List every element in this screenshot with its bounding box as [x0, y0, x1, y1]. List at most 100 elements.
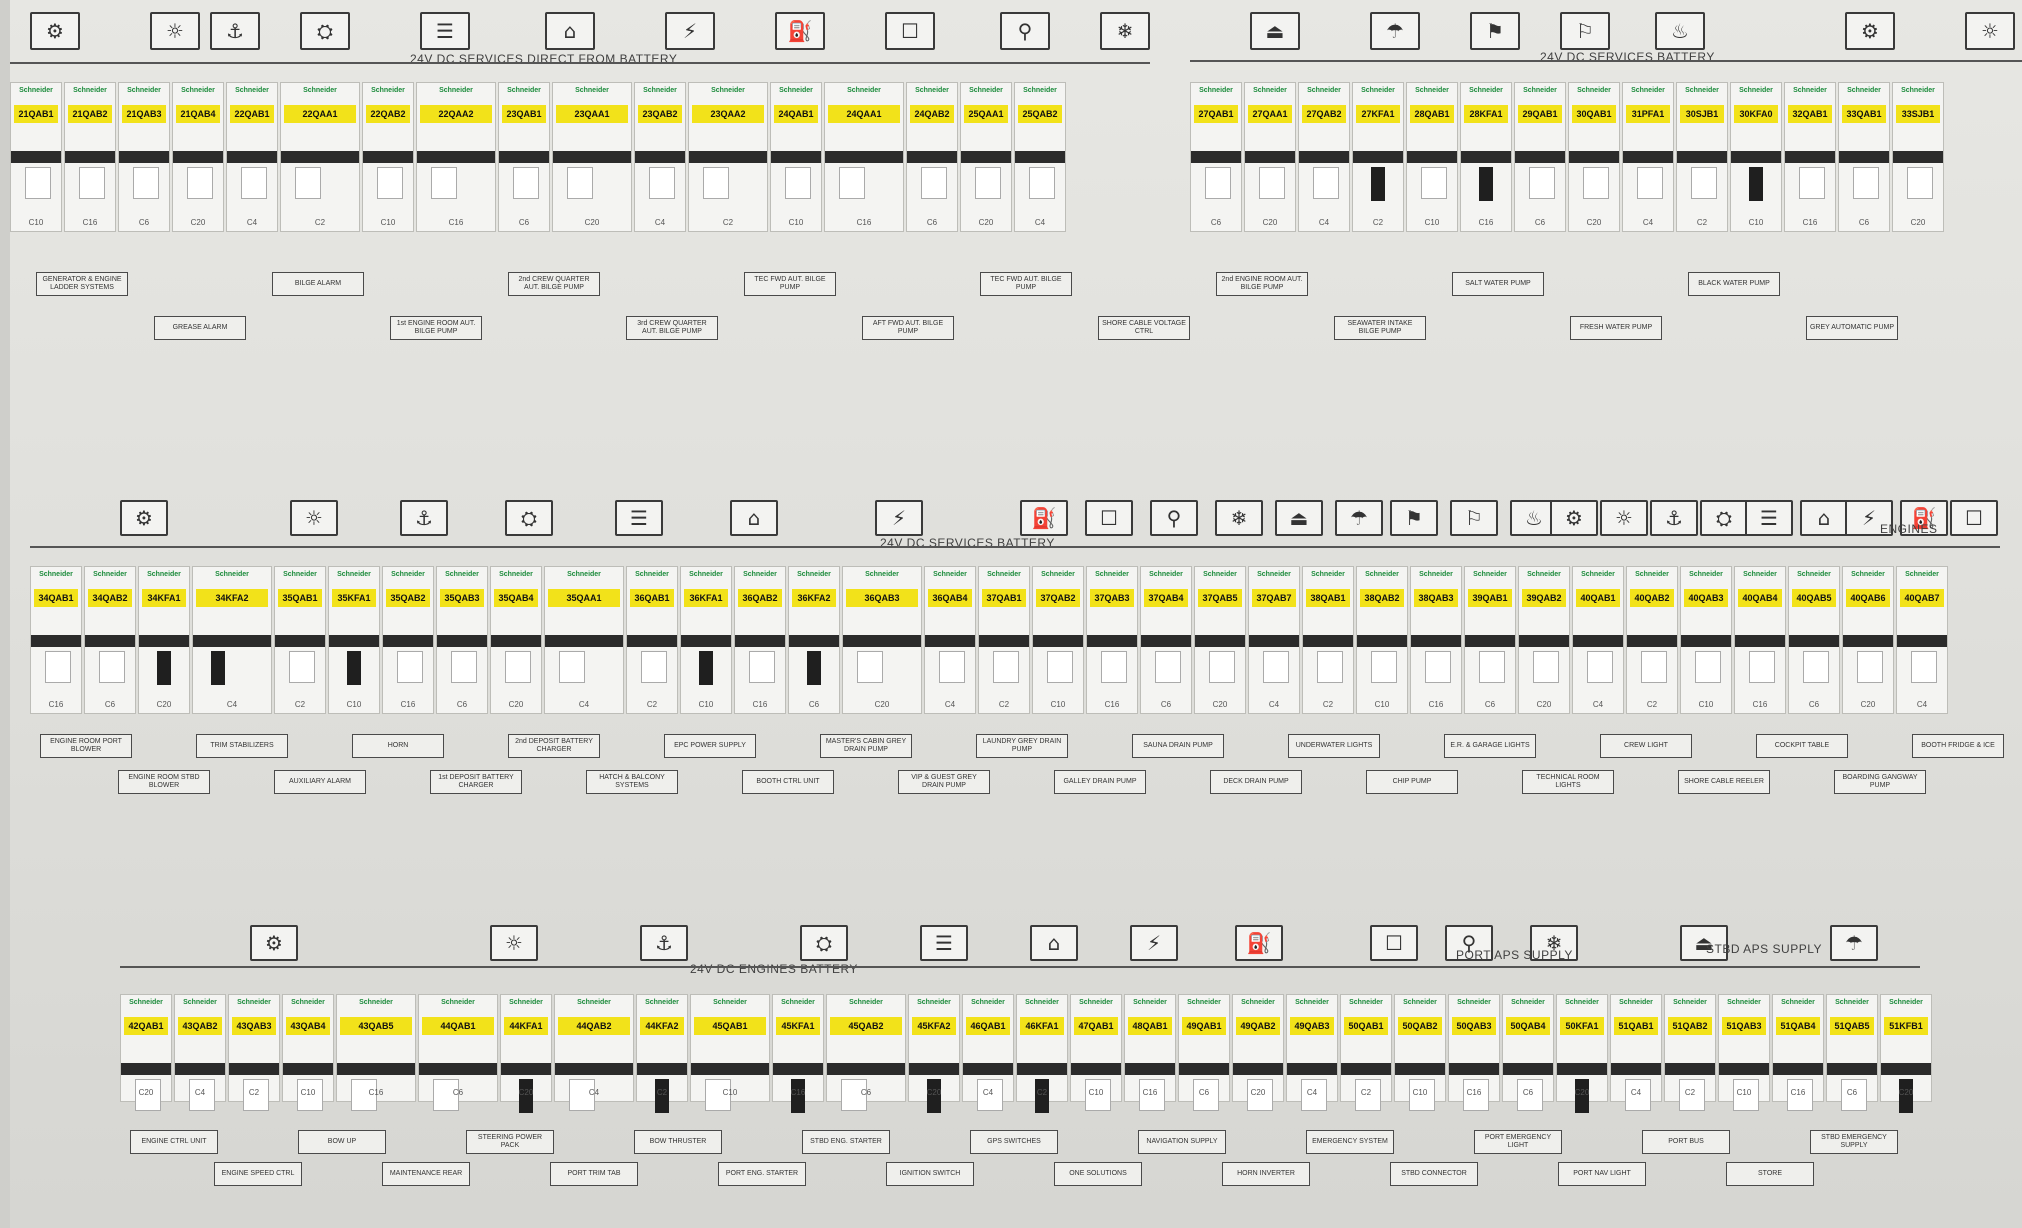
circuit-breaker[interactable]: Schneider 32QAB1 C16 — [1784, 82, 1836, 232]
breaker-toggle[interactable] — [921, 167, 947, 199]
circuit-breaker[interactable]: Schneider 28QAB1 C10 — [1406, 82, 1458, 232]
breaker-toggle[interactable] — [99, 651, 125, 683]
circuit-breaker[interactable]: Schneider 33QAB1 C6 — [1838, 82, 1890, 232]
breaker-toggle[interactable] — [1641, 651, 1667, 683]
circuit-breaker[interactable]: Schneider 24QAB2 C6 — [906, 82, 958, 232]
circuit-breaker[interactable]: Schneider 35KFA1 C10 — [328, 566, 380, 714]
breaker-toggle[interactable] — [1205, 167, 1231, 199]
circuit-breaker[interactable]: Schneider 21QAB2 C16 — [64, 82, 116, 232]
circuit-breaker[interactable]: Schneider 34QAB1 C16 — [30, 566, 82, 714]
circuit-breaker[interactable]: Schneider 29QAB1 C6 — [1514, 82, 1566, 232]
breaker-toggle[interactable] — [1907, 167, 1933, 199]
breaker-toggle[interactable] — [1803, 651, 1829, 683]
circuit-breaker[interactable]: Schneider 22QAB2 C10 — [362, 82, 414, 232]
breaker-toggle[interactable] — [839, 167, 865, 199]
breaker-toggle[interactable] — [641, 651, 667, 683]
circuit-breaker[interactable]: Schneider 23QAB1 C6 — [498, 82, 550, 232]
circuit-breaker[interactable]: Schneider 23QAA1 C20 — [552, 82, 632, 232]
circuit-breaker[interactable]: Schneider 36QAB2 C16 — [734, 566, 786, 714]
relay-switch[interactable] — [699, 651, 713, 685]
breaker-toggle[interactable] — [1371, 651, 1397, 683]
circuit-breaker[interactable]: Schneider 23QAB2 C4 — [634, 82, 686, 232]
breaker-toggle[interactable] — [133, 167, 159, 199]
breaker-toggle[interactable] — [25, 167, 51, 199]
breaker-toggle[interactable] — [1259, 167, 1285, 199]
circuit-breaker[interactable]: Schneider 51KFB1 C20 — [1880, 994, 1932, 1113]
circuit-breaker[interactable]: Schneider 51QAB5 C6 — [1826, 994, 1878, 1111]
circuit-breaker[interactable]: Schneider 40QAB2 C2 — [1626, 566, 1678, 714]
circuit-breaker[interactable]: Schneider 39QAB2 C20 — [1518, 566, 1570, 714]
circuit-breaker[interactable]: Schneider 50QAB3 C16 — [1448, 994, 1500, 1111]
circuit-breaker[interactable]: Schneider 40QAB4 C16 — [1734, 566, 1786, 714]
circuit-breaker[interactable]: Schneider 27QAB2 C4 — [1298, 82, 1350, 232]
circuit-breaker[interactable]: Schneider 36QAB1 C2 — [626, 566, 678, 714]
circuit-breaker[interactable]: Schneider 31PFA1 C4 — [1622, 82, 1674, 232]
circuit-breaker[interactable]: Schneider 37QAB4 C6 — [1140, 566, 1192, 714]
circuit-breaker[interactable]: Schneider 43QAB2 C4 — [174, 994, 226, 1111]
circuit-breaker[interactable]: Schneider 21QAB4 C20 — [172, 82, 224, 232]
circuit-breaker[interactable]: Schneider 44KFA1 C20 — [500, 994, 552, 1113]
circuit-breaker[interactable]: Schneider 44KFA2 C2 — [636, 994, 688, 1113]
breaker-toggle[interactable] — [79, 167, 105, 199]
breaker-toggle[interactable] — [1533, 651, 1559, 683]
circuit-breaker[interactable]: Schneider 38QAB3 C16 — [1410, 566, 1462, 714]
circuit-breaker[interactable]: Schneider 43QAB3 C2 — [228, 994, 280, 1111]
breaker-toggle[interactable] — [1853, 167, 1879, 199]
breaker-toggle[interactable] — [857, 651, 883, 683]
circuit-breaker[interactable]: Schneider 46QAB1 C4 — [962, 994, 1014, 1111]
relay-switch[interactable] — [1371, 167, 1385, 201]
circuit-breaker[interactable]: Schneider 43QAB5 C16 — [336, 994, 416, 1111]
circuit-breaker[interactable]: Schneider 27QAA1 C20 — [1244, 82, 1296, 232]
breaker-toggle[interactable] — [1209, 651, 1235, 683]
breaker-toggle[interactable] — [1047, 651, 1073, 683]
circuit-breaker[interactable]: Schneider 50QAB1 C2 — [1340, 994, 1392, 1111]
circuit-breaker[interactable]: Schneider 42QAB1 C20 — [120, 994, 172, 1111]
circuit-breaker[interactable]: Schneider 51QAB1 C4 — [1610, 994, 1662, 1111]
circuit-breaker[interactable]: Schneider 27QAB1 C6 — [1190, 82, 1242, 232]
breaker-toggle[interactable] — [1857, 651, 1883, 683]
breaker-toggle[interactable] — [1695, 651, 1721, 683]
circuit-breaker[interactable]: Schneider 35QAA1 C4 — [544, 566, 624, 714]
circuit-breaker[interactable]: Schneider 48QAB1 C16 — [1124, 994, 1176, 1111]
breaker-toggle[interactable] — [397, 651, 423, 683]
breaker-toggle[interactable] — [1799, 167, 1825, 199]
breaker-toggle[interactable] — [187, 167, 213, 199]
circuit-breaker[interactable]: Schneider 46KFA1 C2 — [1016, 994, 1068, 1113]
breaker-toggle[interactable] — [1479, 651, 1505, 683]
relay-switch[interactable] — [1749, 167, 1763, 201]
breaker-toggle[interactable] — [45, 651, 71, 683]
circuit-breaker[interactable]: Schneider 36KFA1 C10 — [680, 566, 732, 714]
relay-switch[interactable] — [157, 651, 171, 685]
circuit-breaker[interactable]: Schneider 30SJB1 C2 — [1676, 82, 1728, 232]
breaker-toggle[interactable] — [749, 651, 775, 683]
circuit-breaker[interactable]: Schneider 35QAB1 C2 — [274, 566, 326, 714]
relay-switch[interactable] — [347, 651, 361, 685]
breaker-toggle[interactable] — [703, 167, 729, 199]
circuit-breaker[interactable]: Schneider 24QAA1 C16 — [824, 82, 904, 232]
circuit-breaker[interactable]: Schneider 51QAB4 C16 — [1772, 994, 1824, 1111]
breaker-toggle[interactable] — [1317, 651, 1343, 683]
breaker-toggle[interactable] — [1313, 167, 1339, 199]
circuit-breaker[interactable]: Schneider 45KFA1 C16 — [772, 994, 824, 1113]
circuit-breaker[interactable]: Schneider 45QAB2 C6 — [826, 994, 906, 1111]
breaker-toggle[interactable] — [559, 651, 585, 683]
circuit-breaker[interactable]: Schneider 51QAB2 C2 — [1664, 994, 1716, 1111]
circuit-breaker[interactable]: Schneider 37QAB3 C16 — [1086, 566, 1138, 714]
circuit-breaker[interactable]: Schneider 38QAB1 C2 — [1302, 566, 1354, 714]
circuit-breaker[interactable]: Schneider 51QAB3 C10 — [1718, 994, 1770, 1111]
circuit-breaker[interactable]: Schneider 37QAB5 C20 — [1194, 566, 1246, 714]
relay-switch[interactable] — [211, 651, 225, 685]
relay-switch[interactable] — [807, 651, 821, 685]
circuit-breaker[interactable]: Schneider 21QAB3 C6 — [118, 82, 170, 232]
circuit-breaker[interactable]: Schneider 34KFA1 C20 — [138, 566, 190, 714]
circuit-breaker[interactable]: Schneider 34QAB2 C6 — [84, 566, 136, 714]
circuit-breaker[interactable]: Schneider 37QAB2 C10 — [1032, 566, 1084, 714]
circuit-breaker[interactable]: Schneider 40QAB6 C20 — [1842, 566, 1894, 714]
circuit-breaker[interactable]: Schneider 28KFA1 C16 — [1460, 82, 1512, 232]
circuit-breaker[interactable]: Schneider 50QAB2 C10 — [1394, 994, 1446, 1111]
circuit-breaker[interactable]: Schneider 50QAB4 C6 — [1502, 994, 1554, 1111]
breaker-toggle[interactable] — [939, 651, 965, 683]
circuit-breaker[interactable]: Schneider 37QAB7 C4 — [1248, 566, 1300, 714]
circuit-breaker[interactable]: Schneider 21QAB1 C10 — [10, 82, 62, 232]
circuit-breaker[interactable]: Schneider 35QAB3 C6 — [436, 566, 488, 714]
